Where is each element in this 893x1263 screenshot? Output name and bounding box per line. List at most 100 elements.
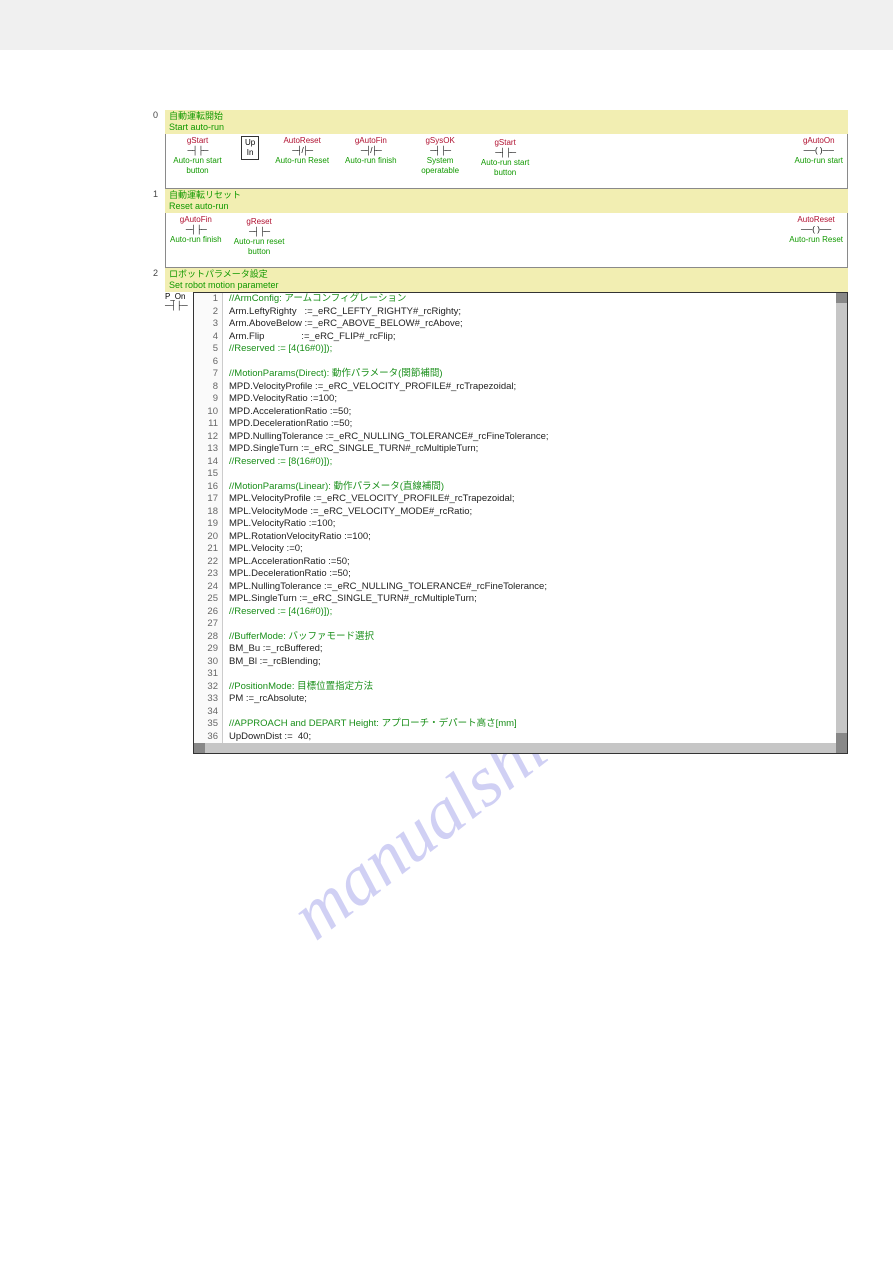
code-line[interactable]: 19MPL.VelocityRatio :=100; (194, 518, 836, 531)
scrollbar-vertical[interactable] (836, 293, 847, 743)
line-number: 4 (194, 331, 223, 344)
line-number: 22 (194, 556, 223, 569)
code-line[interactable]: 21MPL.Velocity :=0; (194, 543, 836, 556)
code-line[interactable]: 28//BufferMode: バッファモード選択 (194, 631, 836, 644)
code-line[interactable]: 18MPL.VelocityMode :=_eRC_VELOCITY_MODE#… (194, 506, 836, 519)
line-number: 17 (194, 493, 223, 506)
rung-index: 2 (153, 268, 165, 278)
line-number: 5 (194, 343, 223, 356)
code-line[interactable]: 4Arm.Flip :=_eRC_FLIP#_rcFlip; (194, 331, 836, 344)
code-line[interactable]: 12MPD.NullingTolerance :=_eRC_NULLING_TO… (194, 431, 836, 444)
code-line[interactable]: 30BM_Bl :=_rcBlending; (194, 656, 836, 669)
code-line[interactable]: 25MPL.SingleTurn :=_eRC_SINGLE_TURN#_rcM… (194, 593, 836, 606)
ladder-element: AutoReset─┤/├─Auto-run Reset (275, 136, 329, 178)
line-number: 3 (194, 318, 223, 331)
code-line[interactable]: 34 (194, 706, 836, 719)
code-line[interactable]: 16//MotionParams(Linear): 動作パラメータ(直線補間) (194, 481, 836, 494)
code-line[interactable]: 36UpDownDist := 40; (194, 731, 836, 744)
line-number: 9 (194, 393, 223, 406)
ladder-element: gReset─┤ ├─Auto-run reset button (232, 217, 287, 257)
line-number: 11 (194, 418, 223, 431)
rung-index: 1 (153, 189, 165, 199)
code-line[interactable]: 8MPD.VelocityProfile :=_eRC_VELOCITY_PRO… (194, 381, 836, 394)
ladder-element: Up In (241, 136, 259, 178)
ladder-diagram: 0自動運転開始Start auto-rungStart─┤ ├─Auto-run… (45, 110, 848, 754)
rung-header: 自動運転開始Start auto-run (165, 110, 848, 134)
code-line[interactable]: 33PM :=_rcAbsolute; (194, 693, 836, 706)
line-number: 10 (194, 406, 223, 419)
rung-header: 自動運転リセットReset auto-run (165, 189, 848, 213)
rung-body: P_On─┤├─1//ArmConfig: アームコンフィグレーション2Arm.… (165, 292, 848, 754)
rung-body: gStart─┤ ├─Auto-run start button Up In Aut… (165, 134, 848, 189)
line-number: 15 (194, 468, 223, 481)
line-number: 21 (194, 543, 223, 556)
line-number: 33 (194, 693, 223, 706)
scroll-up-icon[interactable] (836, 293, 847, 303)
output-coil: AutoReset──( )──Auto-run Reset (789, 215, 843, 245)
line-number: 8 (194, 381, 223, 394)
st-code-editor[interactable]: 1//ArmConfig: アームコンフィグレーション2Arm.LeftyRig… (193, 292, 848, 754)
line-number: 14 (194, 456, 223, 469)
code-line[interactable]: 35//APPROACH and DEPART Height: アプローチ・デパ… (194, 718, 836, 731)
function-block: Up In (241, 136, 259, 160)
code-line[interactable]: 5//Reserved := [4(16#0)]); (194, 343, 836, 356)
code-line[interactable]: 31 (194, 668, 836, 681)
line-number: 2 (194, 306, 223, 319)
line-number: 20 (194, 531, 223, 544)
code-line[interactable]: 26//Reserved := [4(16#0)]); (194, 606, 836, 619)
ladder-element: gAutoFin─┤/├─Auto-run finish (345, 136, 397, 178)
output-coil: gAutoOn──( )──Auto-run start (795, 136, 843, 166)
line-number: 29 (194, 643, 223, 656)
line-number: 6 (194, 356, 223, 369)
line-number: 25 (194, 593, 223, 606)
line-number: 16 (194, 481, 223, 494)
ladder-element: gStart─┤ ├─Auto-run start button (170, 136, 225, 178)
code-line[interactable]: 9MPD.VelocityRatio :=100; (194, 393, 836, 406)
code-line[interactable]: 29BM_Bu :=_rcBuffered; (194, 643, 836, 656)
code-line[interactable]: 6 (194, 356, 836, 369)
scroll-right-icon[interactable] (836, 743, 847, 753)
scrollbar-horizontal[interactable] (194, 743, 847, 753)
p-on-contact: P_On (165, 292, 193, 301)
code-line[interactable]: 27 (194, 618, 836, 631)
scroll-left-icon[interactable] (194, 743, 205, 753)
line-number: 24 (194, 581, 223, 594)
line-number: 36 (194, 731, 223, 744)
ladder-rail: P_On─┤├─ (165, 292, 193, 754)
code-line[interactable]: 10MPD.AccelerationRatio :=50; (194, 406, 836, 419)
line-number: 27 (194, 618, 223, 631)
code-line[interactable]: 1//ArmConfig: アームコンフィグレーション (194, 293, 836, 306)
code-line[interactable]: 2Arm.LeftyRighty :=_eRC_LEFTY_RIGHTY#_rc… (194, 306, 836, 319)
code-line[interactable]: 13MPD.SingleTurn :=_eRC_SINGLE_TURN#_rcM… (194, 443, 836, 456)
scroll-down-icon[interactable] (836, 733, 847, 743)
line-number: 23 (194, 568, 223, 581)
code-line[interactable]: 7//MotionParams(Direct): 動作パラメータ(関節補間) (194, 368, 836, 381)
code-line[interactable]: 20MPL.RotationVelocityRatio :=100; (194, 531, 836, 544)
code-line[interactable]: 15 (194, 468, 836, 481)
code-line[interactable]: 14//Reserved := [8(16#0)]); (194, 456, 836, 469)
code-line[interactable]: 3Arm.AboveBelow :=_eRC_ABOVE_BELOW#_rcAb… (194, 318, 836, 331)
line-number: 18 (194, 506, 223, 519)
code-line[interactable]: 22MPL.AccelerationRatio :=50; (194, 556, 836, 569)
line-number: 7 (194, 368, 223, 381)
ladder-element: gAutoFin─┤ ├─Auto-run finish (170, 215, 222, 257)
line-number: 32 (194, 681, 223, 694)
line-number: 31 (194, 668, 223, 681)
line-number: 1 (194, 293, 223, 306)
rung-body: gAutoFin─┤ ├─Auto-run finishgReset─┤ ├─A… (165, 213, 848, 268)
line-number: 26 (194, 606, 223, 619)
line-number: 30 (194, 656, 223, 669)
ladder-element: gStart─┤ ├─Auto-run start button (478, 138, 533, 178)
rung-header: ロボットパラメータ設定Set robot motion parameter (165, 268, 848, 292)
code-line[interactable]: 24MPL.NullingTolerance :=_eRC_NULLING_TO… (194, 581, 836, 594)
line-number: 19 (194, 518, 223, 531)
code-line[interactable]: 11MPD.DecelerationRatio :=50; (194, 418, 836, 431)
rung-index: 0 (153, 110, 165, 120)
line-number: 28 (194, 631, 223, 644)
line-number: 34 (194, 706, 223, 719)
code-line[interactable]: 32//PositionMode: 目標位置指定方法 (194, 681, 836, 694)
ladder-element: gSysOK─┤ ├─System operatable (413, 136, 468, 178)
code-line[interactable]: 23MPL.DecelerationRatio :=50; (194, 568, 836, 581)
page-header-bar (0, 0, 893, 50)
code-line[interactable]: 17MPL.VelocityProfile :=_eRC_VELOCITY_PR… (194, 493, 836, 506)
